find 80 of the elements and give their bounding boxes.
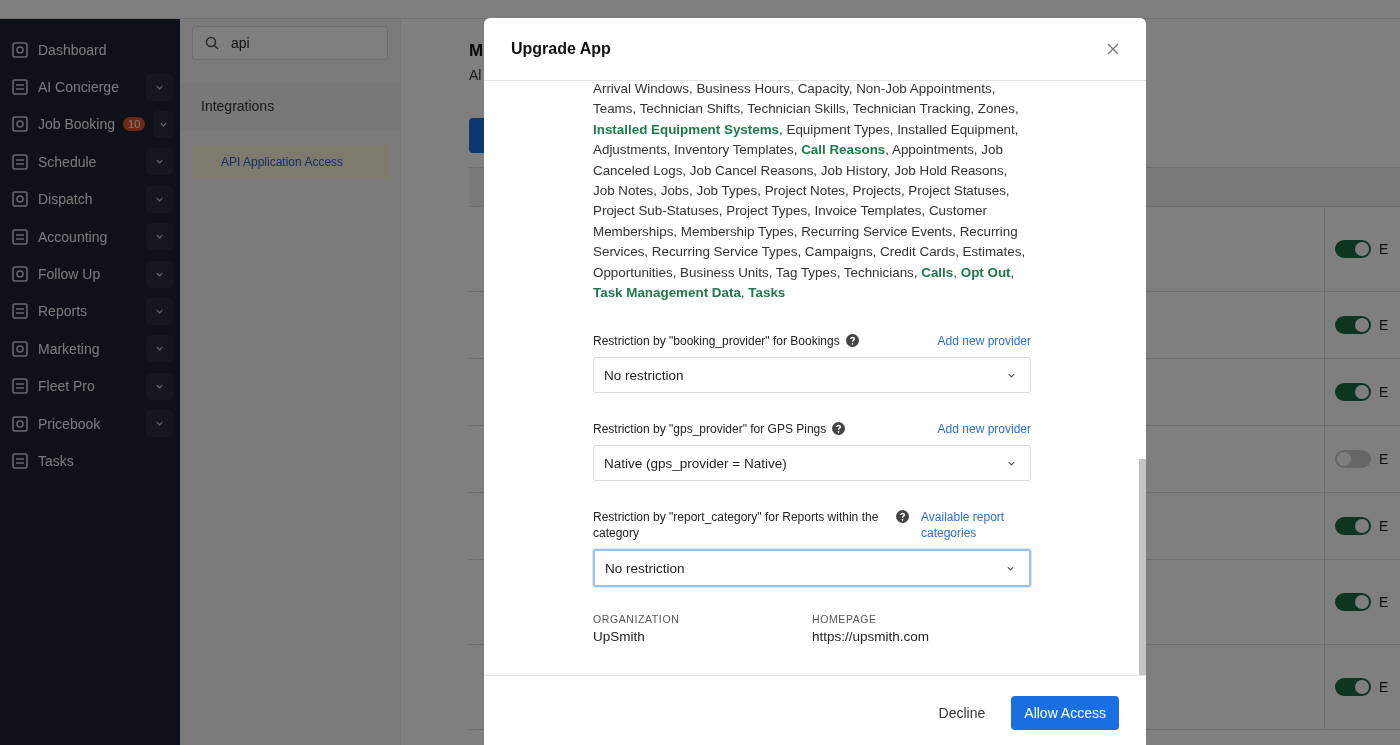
sidebar-item[interactable]: Fleet Pro: [38, 378, 95, 395]
toggle-label: E: [1379, 384, 1389, 400]
toggle-label: E: [1379, 594, 1389, 610]
expand-button[interactable]: [146, 73, 173, 101]
count-badge: 10: [123, 117, 146, 132]
detail-value: https://upsmith.com: [812, 629, 931, 645]
expand-button[interactable]: [146, 335, 173, 363]
expand-button[interactable]: [146, 297, 173, 325]
menu-item-icon: [10, 226, 30, 247]
scrollbar-thumb[interactable]: [1139, 459, 1146, 675]
detail-label: HOMEPAGE: [812, 613, 878, 626]
sidebar-item[interactable]: Reports: [38, 303, 88, 320]
sidebar-item[interactable]: Schedule: [38, 153, 97, 170]
chevron-down-icon: [155, 419, 164, 429]
link[interactable]: Available report categories: [921, 509, 1031, 542]
toggle-switch[interactable]: [1335, 593, 1371, 611]
sidebar-item[interactable]: Accounting: [38, 228, 108, 245]
menu-item-icon: [10, 376, 30, 397]
select-field[interactable]: No restriction: [593, 549, 1031, 588]
toggle-switch[interactable]: [1335, 383, 1371, 401]
close-button[interactable]: [1107, 43, 1119, 55]
menu-item-icon: [10, 39, 30, 60]
page-title: M: [469, 41, 484, 61]
sidebar-item[interactable]: Marketing: [38, 340, 100, 357]
field-label: Restriction by "gps_provider" for GPS Pings: [593, 421, 827, 438]
toggle-label: E: [1379, 241, 1389, 257]
toggle-label: E: [1379, 518, 1389, 534]
decline-button[interactable]: Decline: [928, 696, 996, 730]
help-icon[interactable]: [896, 510, 909, 524]
toggle-switch[interactable]: [1335, 450, 1371, 468]
sidebar-item[interactable]: Follow Up: [38, 266, 101, 283]
detail-label: ORGANIZATION: [593, 613, 681, 626]
select-field[interactable]: No restriction: [593, 357, 1031, 394]
expand-button[interactable]: [146, 260, 173, 288]
toggle-label: E: [1379, 317, 1389, 333]
expand-button[interactable]: [153, 110, 173, 138]
chevron-down-icon: [155, 157, 164, 167]
menu-item-icon: [10, 301, 30, 322]
detail-value: UpSmith: [593, 629, 646, 645]
toggle-switch[interactable]: [1335, 240, 1371, 258]
settings-nav-item[interactable]: API Application Access: [192, 145, 388, 179]
expand-button[interactable]: [146, 185, 173, 213]
menu-item-icon: [10, 264, 30, 285]
expand-button[interactable]: [146, 223, 173, 251]
chevron-down-icon: [155, 344, 164, 354]
sidebar-item[interactable]: Job Booking: [38, 116, 116, 133]
dialog-title: Upgrade App: [511, 40, 611, 58]
link[interactable]: Add new provider: [937, 421, 1031, 438]
help-icon[interactable]: [845, 334, 859, 348]
link[interactable]: Add new provider: [937, 333, 1031, 350]
toggle-switch[interactable]: [1335, 517, 1371, 535]
menu-item-icon: [10, 451, 30, 471]
menu-item-icon: [10, 189, 30, 210]
allow-access-button[interactable]: Allow Access: [1011, 696, 1119, 730]
menu-item-icon: [10, 114, 30, 135]
page-subtitle: Al: [469, 67, 482, 83]
menu-item-icon: [10, 338, 30, 359]
sidebar-item[interactable]: Dashboard: [38, 41, 107, 58]
field-label: Restriction by "report_category" for Reports within the category: [593, 509, 880, 542]
sidebar-item[interactable]: Tasks: [38, 453, 74, 469]
toggle-label: E: [1379, 451, 1389, 467]
chevron-down-icon: [155, 232, 164, 242]
scope-list: Arrival Windows, Business Hours, Capacity, Non-Job Appointments, Teams, Technician Shifts, Technician Skills, Technician Tracking, Zones, Installed Equipment Systems, Equipment Types, Installed Equipment, Adjustments, Inventory Templates, Call Reasons, Appointments, Job Canceled Logs, Job Cancel Reasons, Job History, Job Hold Reasons, Job Notes, Jobs, Job Types, Project Notes, Projects, Project Statuses, Project Sub-Statuses, Project Types, Invoice Templates, Customer Memberships, Membership Types, Recurring Service Events, Recurring Services, Recurring Service Types, Campaigns, Credit Cards, Estimates, Opportunities, Business Units, Tag Types, Technicians, Calls, Opt Out, Task Management Data, Tasks: [593, 81, 1031, 304]
expand-button[interactable]: [146, 372, 173, 400]
sidebar-item[interactable]: Pricebook: [38, 415, 101, 432]
toggle-switch[interactable]: [1335, 678, 1371, 696]
field-label: Restriction by "booking_provider" for Bookings: [593, 333, 840, 350]
expand-button[interactable]: [146, 148, 173, 176]
menu-item-icon: [10, 77, 30, 98]
select-field[interactable]: Native (gps_provider = Native): [593, 445, 1031, 482]
sidebar-item[interactable]: Dispatch: [38, 191, 93, 208]
toggle-switch[interactable]: [1335, 316, 1371, 334]
sidebar-item[interactable]: AI Concierge: [38, 79, 119, 96]
expand-button[interactable]: [146, 410, 173, 438]
toggle-label: E: [1379, 679, 1389, 695]
menu-item-icon: [10, 151, 30, 172]
search-field[interactable]: api: [192, 26, 388, 60]
search-icon: [205, 36, 219, 50]
menu-item-icon: [10, 413, 30, 434]
help-icon[interactable]: [832, 422, 846, 436]
